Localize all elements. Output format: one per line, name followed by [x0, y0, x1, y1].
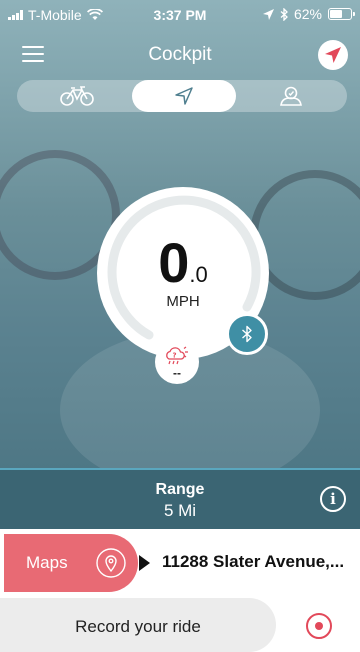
range-bar: Range 5 Mi i [0, 468, 360, 529]
weather-widget[interactable]: ? -- [155, 340, 199, 384]
tab-navigation[interactable] [132, 80, 236, 112]
cloud-sun-rain-unknown-icon: ? [166, 346, 188, 365]
speed-unit: MPH [166, 293, 200, 310]
play-arrow-icon [139, 555, 150, 571]
weather-value: -- [173, 366, 181, 380]
speed-decimal: .0 [189, 262, 208, 287]
mode-toggle [17, 80, 347, 112]
speed-readout: 0.0 [97, 235, 269, 291]
status-right: 62% [262, 6, 355, 22]
location-arrow-icon [262, 8, 274, 20]
destination-address[interactable]: 11288 Slater Avenue,... [162, 552, 344, 572]
bluetooth-button[interactable] [226, 313, 268, 355]
map-pin-icon [96, 548, 126, 578]
tab-rider[interactable] [239, 80, 343, 112]
record-icon[interactable] [306, 613, 332, 639]
battery-percent: 62% [293, 6, 322, 22]
locate-button[interactable] [318, 40, 348, 70]
record-ride-button[interactable]: Record your ride [0, 598, 276, 652]
maps-row: Maps 11288 Slater Avenue,... [0, 534, 360, 592]
record-label: Record your ride [75, 617, 201, 636]
page-title: Cockpit [148, 44, 212, 65]
battery-icon [328, 8, 355, 20]
speed-integer: 0 [158, 231, 190, 294]
bluetooth-icon [242, 325, 252, 343]
record-row: Record your ride [0, 598, 360, 652]
nav-bar: Cockpit [0, 36, 360, 76]
bike-icon [60, 86, 94, 106]
range-label: Range [155, 481, 205, 498]
navigation-arrow-icon [325, 47, 341, 63]
tab-bike[interactable] [25, 80, 129, 112]
maps-label: Maps [26, 553, 68, 572]
info-icon[interactable]: i [320, 486, 346, 512]
navigation-arrow-icon [175, 87, 193, 105]
bluetooth-status-icon [280, 7, 288, 21]
status-bar: T-Mobile 3:37 PM 62% [0, 0, 360, 28]
range-value: 5 Mi [163, 501, 197, 520]
svg-text:?: ? [173, 352, 177, 360]
rider-icon [280, 86, 302, 106]
maps-button[interactable]: Maps [4, 534, 138, 592]
